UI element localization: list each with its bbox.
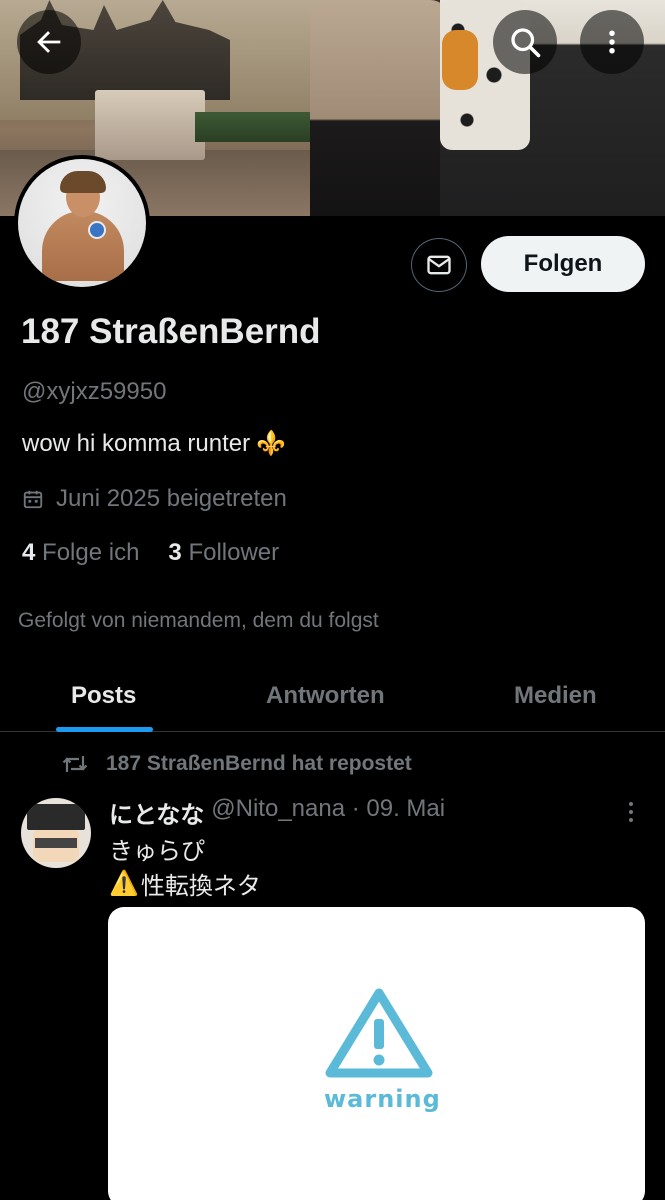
following-label: Folge ich	[42, 539, 140, 566]
repost-indicator[interactable]: 187 StraßenBernd hat repostet	[62, 752, 412, 776]
follow-counts: 4 Folge ich 3 Follower	[22, 539, 279, 567]
search-button[interactable]	[493, 10, 557, 74]
avatar-image	[18, 159, 146, 287]
followers-link[interactable]: 3 Follower	[168, 539, 279, 567]
following-link[interactable]: 4 Folge ich	[22, 539, 139, 567]
fleur-de-lis-icon: ⚜️	[256, 430, 286, 457]
post-text-line1: きゅらぴ	[109, 838, 205, 865]
warning-label: warning	[324, 1085, 441, 1113]
followers-label: Follower	[188, 539, 280, 566]
active-tab-indicator	[56, 727, 153, 732]
search-icon	[511, 28, 541, 58]
tab-antworten[interactable]: Antworten	[266, 660, 385, 732]
calendar-icon	[23, 490, 43, 509]
post-more-button[interactable]	[620, 800, 642, 824]
banner-person-left	[310, 0, 450, 216]
repost-icon	[62, 756, 88, 772]
envelope-icon	[427, 255, 451, 275]
more-vertical-icon	[609, 30, 615, 54]
post-avatar-hat	[27, 804, 85, 830]
banner-pedestal	[95, 90, 205, 160]
joined-text: Juni 2025 beigetreten	[56, 485, 287, 512]
tab-medien[interactable]: Medien	[514, 660, 597, 732]
bio-text: wow hi komma runter	[22, 429, 251, 457]
followers-count: 3	[168, 539, 182, 566]
follow-button[interactable]: Folgen	[481, 236, 645, 292]
followed-by-text: Gefolgt von niemandem, dem du folgst	[18, 609, 379, 632]
avatar-badge	[88, 221, 106, 239]
bio: wow hi komma runter ⚜️	[22, 429, 286, 458]
more-vertical-icon	[629, 802, 633, 822]
post-author-avatar[interactable]	[21, 798, 91, 868]
banner-bag	[442, 30, 478, 90]
post-author-name[interactable]: にとなな	[109, 795, 204, 830]
post-header: にとなな @Nito_nana · 09. Mai	[109, 795, 445, 830]
avatar-hair	[60, 171, 106, 193]
arrow-left-icon	[37, 31, 61, 53]
warning-graphic: warning	[324, 987, 441, 1117]
avatar-torso	[42, 211, 124, 281]
post-avatar-mask	[35, 838, 77, 848]
post-text-line2-text: 性転換ネタ	[140, 873, 261, 900]
profile-avatar[interactable]	[14, 155, 150, 291]
post-media[interactable]: warning	[108, 907, 645, 1200]
profile-tabs: Posts Antworten Medien	[0, 660, 665, 732]
warning-triangle-icon	[325, 988, 433, 1078]
tab-posts[interactable]: Posts	[71, 660, 136, 732]
post-author-meta[interactable]: @Nito_nana · 09. Mai	[211, 795, 445, 830]
more-options-button[interactable]	[580, 10, 644, 74]
warning-emoji-icon: ⚠️	[109, 870, 139, 897]
following-count: 4	[22, 539, 36, 566]
post-text-line2: ⚠️ 性転換ネタ	[109, 866, 261, 901]
display-name: 187 StraßenBernd	[21, 312, 321, 351]
repost-label: 187 StraßenBernd hat repostet	[106, 752, 412, 775]
joined-date: Juni 2025 beigetreten	[22, 485, 287, 513]
handle: @xyjxz59950	[22, 378, 167, 405]
back-button[interactable]	[17, 10, 81, 74]
message-button[interactable]	[411, 238, 467, 292]
